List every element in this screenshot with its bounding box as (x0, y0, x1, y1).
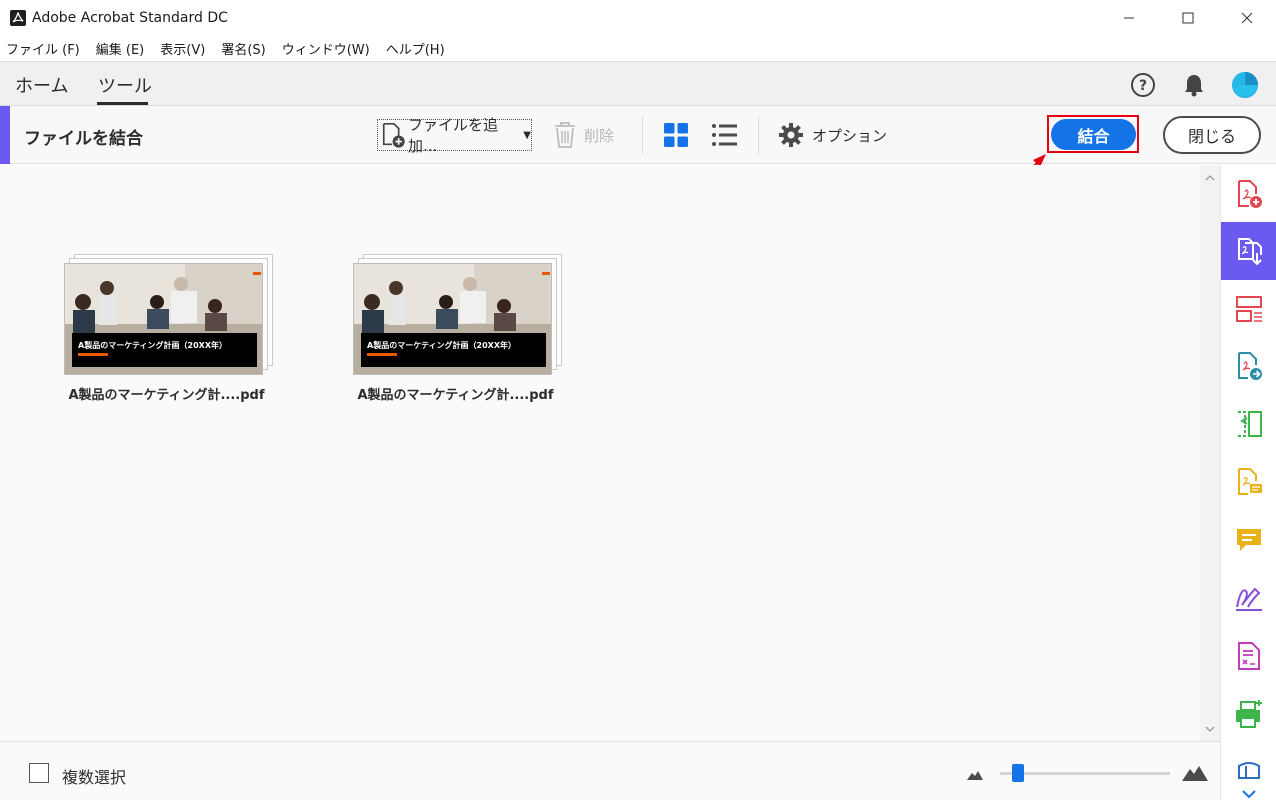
rail-organize-pages[interactable] (1221, 280, 1276, 338)
file-name: A製品のマーケティング計....pdf (357, 388, 554, 403)
tool-title: ファイルを結合 (24, 129, 143, 149)
rail-print-production[interactable] (1221, 685, 1276, 743)
thumbnail-title: A製品のマーケティング計画（20XX年） (367, 341, 517, 350)
rail-create-pdf[interactable] (1221, 165, 1276, 223)
files-canvas: A製品のマーケティング計画（20XX年） A製品のマーケティング計....pdf (0, 165, 1200, 741)
toolbar-divider (758, 116, 759, 154)
delete-button[interactable]: 削除 (552, 120, 614, 150)
comment-file-icon (1238, 468, 1262, 495)
multi-select-checkbox[interactable] (29, 763, 49, 783)
maximize-button[interactable] (1158, 0, 1217, 36)
menu-view[interactable]: 表示(V) (160, 39, 205, 58)
request-esign-icon (1238, 642, 1260, 670)
window-title: Adobe Acrobat Standard DC (32, 10, 228, 26)
delete-label: 削除 (584, 126, 615, 145)
pdf-thumbnail: A製品のマーケティング計画（20XX年） (353, 263, 552, 375)
tools-rail (1220, 165, 1276, 800)
menu-file[interactable]: ファイル (F) (6, 39, 80, 58)
menu-window[interactable]: ウィンドウ(W) (282, 39, 370, 58)
close-tool-button[interactable]: 閉じる (1163, 116, 1261, 154)
notifications-button[interactable] (1180, 71, 1208, 99)
organize-pages-icon (1236, 296, 1262, 322)
svg-text:?: ? (1139, 78, 1147, 94)
chevron-down-icon[interactable] (1242, 784, 1256, 799)
fill-sign-icon (1236, 587, 1262, 611)
export-pdf-icon (1238, 352, 1262, 380)
zoom-out-icon[interactable] (966, 769, 984, 781)
list-view-button[interactable] (711, 122, 737, 148)
nav-bar: ホーム ツール ? (0, 61, 1276, 106)
add-file-icon (382, 122, 405, 148)
footer-bar: 複数選択 (0, 741, 1220, 800)
help-icon: ? (1131, 73, 1155, 97)
rail-fill-sign[interactable] (1221, 569, 1276, 627)
close-icon (1241, 12, 1252, 24)
zoom-in-icon[interactable] (1181, 764, 1209, 782)
combine-files-icon (1238, 238, 1262, 266)
menu-help[interactable]: ヘルプ(H) (386, 39, 445, 58)
thumbnail-title: A製品のマーケティング計画（20XX年） (78, 341, 228, 350)
scroll-up-icon[interactable] (1203, 171, 1217, 185)
tab-home[interactable]: ホーム (15, 72, 68, 98)
thumbnail-subtitle-mark (78, 353, 108, 356)
vertical-scrollbar[interactable] (1200, 165, 1220, 741)
acrobat-logo-icon (10, 10, 26, 26)
add-files-label: ファイルを追加... (407, 116, 498, 155)
menu-bar: ファイル (F) 編集 (E) 表示(V) 署名(S) ウィンドウ(W) ヘルプ… (0, 36, 1276, 61)
rail-comment[interactable] (1221, 511, 1276, 569)
rail-comment-file[interactable] (1221, 453, 1276, 511)
options-label: オプション (812, 126, 888, 145)
chevron-down-icon: ▼ (523, 129, 531, 141)
menu-sign[interactable]: 署名(S) (221, 39, 265, 58)
rail-combine-files[interactable] (1221, 222, 1276, 280)
edit-pdf-icon (1238, 411, 1262, 437)
list-view-icon (712, 124, 737, 146)
thumbnail-view-button[interactable] (663, 122, 689, 148)
toolbar-divider (642, 116, 643, 154)
rail-request-esign[interactable] (1221, 627, 1276, 685)
avatar[interactable] (1231, 71, 1259, 99)
scroll-down-icon[interactable] (1203, 722, 1217, 736)
gear-icon (779, 123, 803, 147)
create-pdf-icon (1238, 180, 1262, 208)
close-window-button[interactable] (1217, 0, 1276, 36)
file-name: A製品のマーケティング計....pdf (68, 388, 265, 403)
multi-select-label: 複数選択 (62, 768, 127, 787)
help-button[interactable]: ? (1129, 71, 1157, 99)
print-production-icon (1236, 700, 1262, 728)
thumbnail-banner: A製品のマーケティング計画（20XX年） (361, 333, 546, 367)
menu-edit[interactable]: 編集 (E) (96, 39, 145, 58)
combine-button[interactable]: 結合 (1051, 119, 1136, 150)
options-button[interactable]: オプション (778, 120, 887, 150)
window-controls (1099, 0, 1276, 36)
zoom-slider-thumb[interactable] (1011, 764, 1024, 782)
thumbnail-banner: A製品のマーケティング計画（20XX年） (72, 333, 257, 367)
avatar-icon (1231, 71, 1259, 99)
minimize-button[interactable] (1099, 0, 1158, 36)
bell-icon (1185, 75, 1203, 97)
minimize-icon (1123, 17, 1134, 19)
grid-view-icon (664, 123, 688, 147)
trash-icon (555, 122, 575, 148)
comment-icon (1237, 529, 1261, 551)
protect-icon (1238, 762, 1260, 779)
rail-export-pdf[interactable] (1221, 337, 1276, 395)
tool-header: ファイルを結合 ファイルを追加... ▼ 削除 オプション 結合 閉じる (0, 106, 1276, 164)
active-tab-indicator (97, 102, 148, 105)
maximize-icon (1182, 12, 1193, 24)
add-files-button[interactable]: ファイルを追加... ▼ (377, 116, 532, 155)
pdf-thumbnail: A製品のマーケティング計画（20XX年） (64, 263, 263, 375)
tab-tools[interactable]: ツール (98, 72, 152, 98)
tool-accent-bar (0, 106, 10, 164)
title-bar: Adobe Acrobat Standard DC (0, 0, 1276, 36)
zoom-slider-track[interactable] (1000, 772, 1170, 775)
rail-edit-pdf[interactable] (1221, 395, 1276, 453)
thumbnail-subtitle-mark (367, 353, 397, 356)
